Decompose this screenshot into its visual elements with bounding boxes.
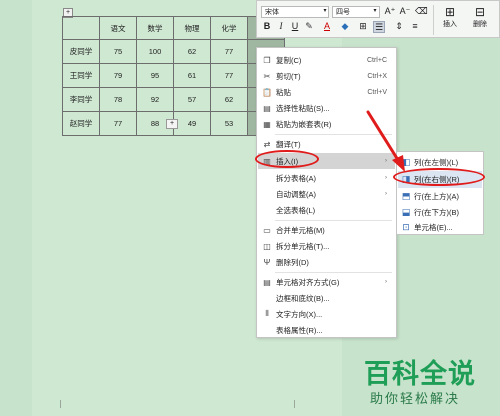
watermark-logo: 百科全说 助你轻松解决	[362, 350, 500, 416]
watermark-subtitle: 助你轻松解决	[370, 391, 461, 406]
watermark-title: 百科全说	[364, 359, 476, 389]
